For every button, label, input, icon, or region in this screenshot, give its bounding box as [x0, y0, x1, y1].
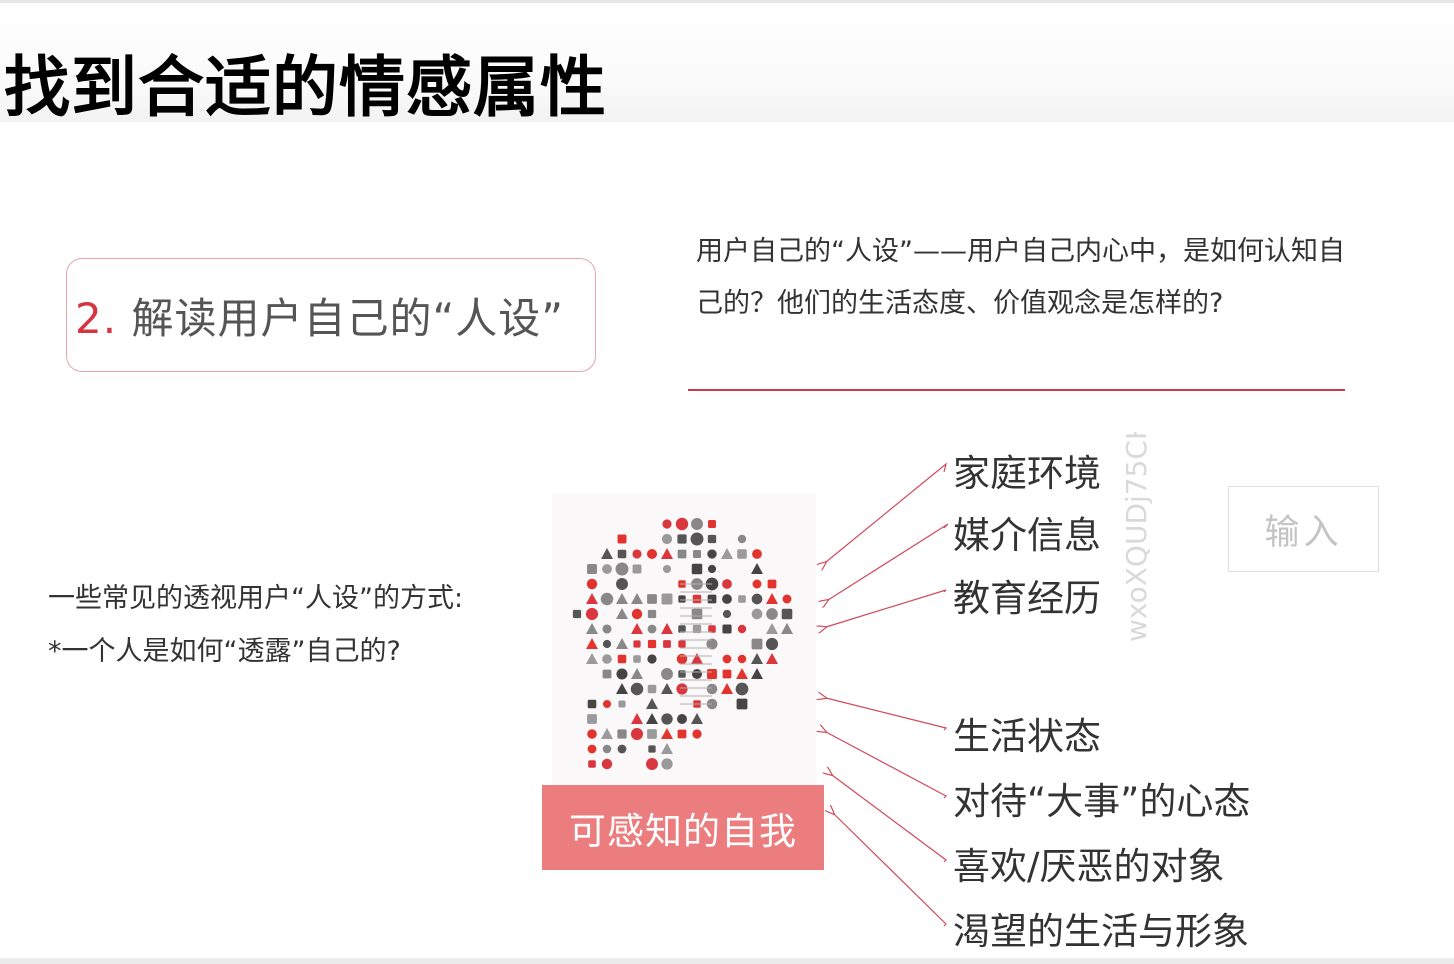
arrow: [828, 523, 949, 600]
label-likes-dislikes: 喜欢/厌恶的对象: [953, 845, 1225, 888]
arrow: [826, 589, 947, 627]
arrow: [832, 775, 947, 863]
label-family-environment: 家庭环境: [953, 452, 1101, 495]
arrow: [826, 732, 947, 799]
arrow: [826, 462, 948, 562]
bottom-divider: [0, 958, 1454, 964]
label-media-info: 媒介信息: [953, 514, 1101, 557]
input-button[interactable]: 输入: [1228, 486, 1379, 572]
label-big-events-attitude: 对待“大事”的心态: [953, 780, 1251, 823]
label-life-status: 生活状态: [953, 715, 1101, 758]
arrow: [826, 698, 948, 731]
arrow: [834, 814, 947, 927]
label-education: 教育经历: [953, 577, 1101, 620]
watermark-text: wxoXQUDj75CH XeSMgepoFRA...: [1120, 432, 1210, 642]
label-desired-life: 渴望的生活与形象: [953, 910, 1249, 953]
